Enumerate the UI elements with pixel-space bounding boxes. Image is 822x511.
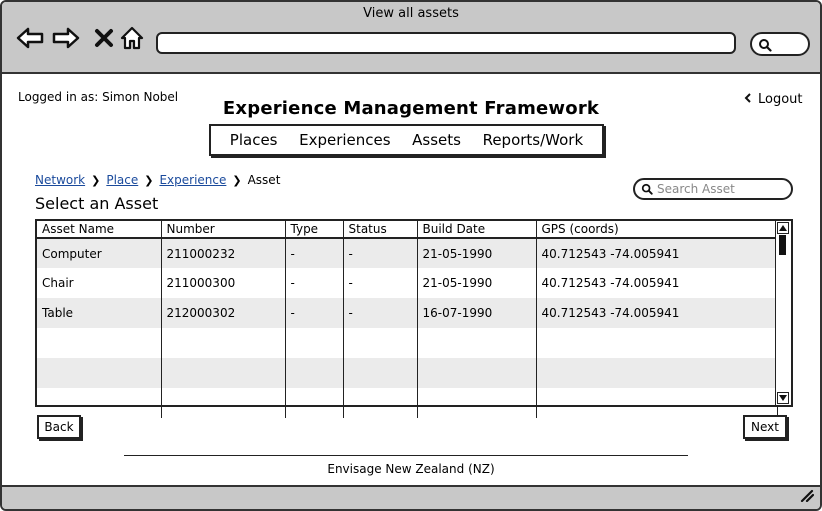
cell-asset-name: Table bbox=[37, 298, 162, 328]
cell-number: 211000232 bbox=[161, 238, 286, 268]
chevron-right-icon: ❯ bbox=[144, 173, 154, 187]
next-button[interactable]: Next bbox=[743, 415, 787, 439]
scroll-up-arrow-icon[interactable] bbox=[777, 222, 789, 234]
cell-empty bbox=[417, 388, 537, 418]
cell-status: - bbox=[343, 298, 418, 328]
search-icon bbox=[641, 180, 653, 199]
cell-empty bbox=[536, 328, 778, 358]
cell-number: 211000300 bbox=[161, 268, 286, 298]
back-arrow-icon[interactable] bbox=[16, 24, 44, 52]
cell-empty bbox=[285, 358, 344, 388]
column-header-type[interactable]: Type bbox=[285, 221, 344, 239]
cell-empty bbox=[37, 358, 162, 388]
browser-window: View all assets Logged in as: Simon Nobe… bbox=[0, 0, 822, 511]
stop-close-icon[interactable] bbox=[90, 24, 118, 52]
breadcrumb: Network ❯ Place ❯ Experience ❯ Asset bbox=[35, 173, 280, 187]
cell-empty bbox=[161, 388, 286, 418]
main-nav: Places Experiences Assets Reports/Work bbox=[209, 124, 604, 156]
cell-gps: 40.712543 -74.005941 bbox=[536, 238, 778, 268]
home-icon[interactable] bbox=[118, 24, 146, 52]
status-bar bbox=[2, 485, 820, 509]
breadcrumb-asset: Asset bbox=[247, 173, 281, 187]
cell-empty bbox=[343, 358, 418, 388]
asset-search-field[interactable] bbox=[633, 178, 793, 200]
cell-status: - bbox=[343, 238, 418, 268]
asset-table: Asset Name Number Type Status Build Date… bbox=[35, 219, 793, 418]
search-input[interactable] bbox=[657, 182, 777, 196]
nav-item-reports-work[interactable]: Reports/Work bbox=[483, 131, 584, 149]
logout-link[interactable]: Logout bbox=[744, 92, 803, 107]
cell-empty bbox=[37, 328, 162, 358]
chevron-right-icon: ❯ bbox=[91, 173, 101, 187]
scroll-thumb[interactable] bbox=[779, 235, 786, 255]
column-header-status[interactable]: Status bbox=[343, 221, 418, 239]
cell-type: - bbox=[285, 238, 344, 268]
breadcrumb-experience[interactable]: Experience bbox=[159, 173, 226, 187]
column-header-asset-name[interactable]: Asset Name bbox=[37, 221, 162, 239]
cell-number: 212000302 bbox=[161, 298, 286, 328]
table-scrollbar[interactable] bbox=[775, 221, 791, 405]
cell-empty bbox=[536, 358, 778, 388]
cell-empty bbox=[343, 328, 418, 358]
logout-label: Logout bbox=[758, 92, 803, 107]
forward-arrow-icon[interactable] bbox=[52, 24, 80, 52]
cell-build-date: 21-05-1990 bbox=[417, 238, 537, 268]
cell-empty bbox=[285, 388, 344, 418]
url-bar[interactable] bbox=[156, 32, 736, 54]
table-row[interactable]: Chair 211000300 - - 21-05-1990 40.712543… bbox=[37, 268, 778, 298]
cell-empty bbox=[285, 328, 344, 358]
browser-search-field[interactable] bbox=[750, 32, 810, 56]
chevron-right-icon: ❯ bbox=[232, 173, 242, 187]
column-header-number[interactable]: Number bbox=[161, 221, 286, 239]
resize-grip-icon[interactable] bbox=[798, 487, 815, 506]
cell-type: - bbox=[285, 298, 344, 328]
cell-gps: 40.712543 -74.005941 bbox=[536, 268, 778, 298]
breadcrumb-place[interactable]: Place bbox=[106, 173, 138, 187]
cell-empty bbox=[417, 358, 537, 388]
scroll-down-arrow-icon[interactable] bbox=[777, 392, 789, 404]
search-icon bbox=[758, 37, 772, 56]
cell-gps: 40.712543 -74.005941 bbox=[536, 298, 778, 328]
table-row[interactable]: Table 212000302 - - 16-07-1990 40.712543… bbox=[37, 298, 778, 328]
back-button[interactable]: Back bbox=[37, 415, 81, 439]
nav-item-assets[interactable]: Assets bbox=[412, 131, 461, 149]
table-row-empty bbox=[37, 388, 778, 418]
table-row[interactable]: Computer 211000232 - - 21-05-1990 40.712… bbox=[37, 238, 778, 268]
cell-status: - bbox=[343, 268, 418, 298]
cell-empty bbox=[37, 388, 162, 418]
cell-build-date: 16-07-1990 bbox=[417, 298, 537, 328]
cell-asset-name: Chair bbox=[37, 268, 162, 298]
cell-empty bbox=[161, 328, 286, 358]
cell-empty bbox=[417, 328, 537, 358]
table-row-empty bbox=[37, 358, 778, 388]
cell-type: - bbox=[285, 268, 344, 298]
section-title: Select an Asset bbox=[35, 194, 159, 213]
cell-build-date: 21-05-1990 bbox=[417, 268, 537, 298]
table-header-row: Asset Name Number Type Status Build Date… bbox=[37, 221, 778, 239]
nav-item-places[interactable]: Places bbox=[230, 131, 278, 149]
nav-item-experiences[interactable]: Experiences bbox=[299, 131, 390, 149]
cell-empty bbox=[343, 388, 418, 418]
page-title: Experience Management Framework bbox=[222, 98, 600, 119]
table-row-empty bbox=[37, 328, 778, 358]
footer-text: Envisage New Zealand (NZ) bbox=[327, 462, 495, 476]
browser-chrome: View all assets bbox=[2, 2, 820, 74]
column-header-build-date[interactable]: Build Date bbox=[417, 221, 537, 239]
column-header-gps[interactable]: GPS (coords) bbox=[536, 221, 778, 239]
chevron-left-icon bbox=[744, 92, 752, 107]
cell-empty bbox=[161, 358, 286, 388]
cell-asset-name: Computer bbox=[37, 238, 162, 268]
window-title: View all assets bbox=[363, 6, 459, 21]
breadcrumb-network[interactable]: Network bbox=[35, 173, 85, 187]
footer-divider bbox=[124, 455, 688, 456]
cell-empty bbox=[536, 388, 778, 418]
